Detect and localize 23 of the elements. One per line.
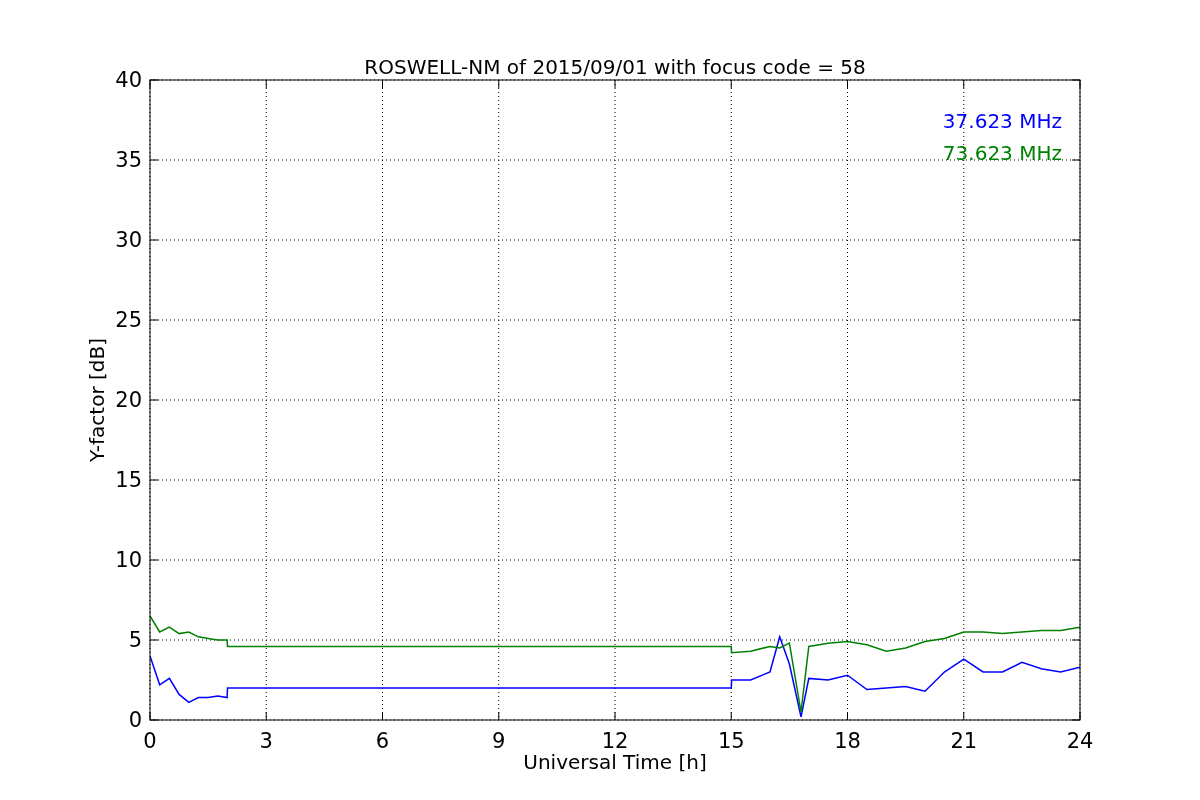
chart-title: ROSWELL-NM of 2015/09/01 with focus code = 58 (364, 55, 866, 79)
tick-label: 6 (375, 729, 390, 753)
tick-label: 24 (1066, 729, 1094, 753)
y-axis-label: Y-factor [dB] (85, 338, 109, 462)
tick-label: 15 (115, 468, 142, 492)
tick-label: 18 (834, 729, 861, 753)
tick-label: 40 (115, 68, 142, 92)
x-axis-label: Universal Time [h] (523, 750, 707, 774)
tick-label: 25 (115, 308, 142, 332)
tick-label: 20 (115, 388, 142, 412)
legend-label: 37.623 MHz (942, 109, 1062, 133)
tick-label: 35 (115, 148, 142, 172)
tick-label: 30 (115, 228, 142, 252)
tick-label: 5 (128, 628, 142, 652)
tick-label: 21 (950, 729, 978, 753)
tick-label: 3 (259, 729, 273, 753)
tick-label: 9 (492, 729, 506, 753)
tick-label: 10 (115, 548, 142, 572)
tick-label: 0 (128, 708, 142, 732)
legend-label: 73.623 MHz (942, 141, 1062, 165)
tick-label: 0 (143, 729, 157, 753)
tick-label: 15 (717, 729, 745, 753)
tick-label: 12 (601, 729, 629, 753)
